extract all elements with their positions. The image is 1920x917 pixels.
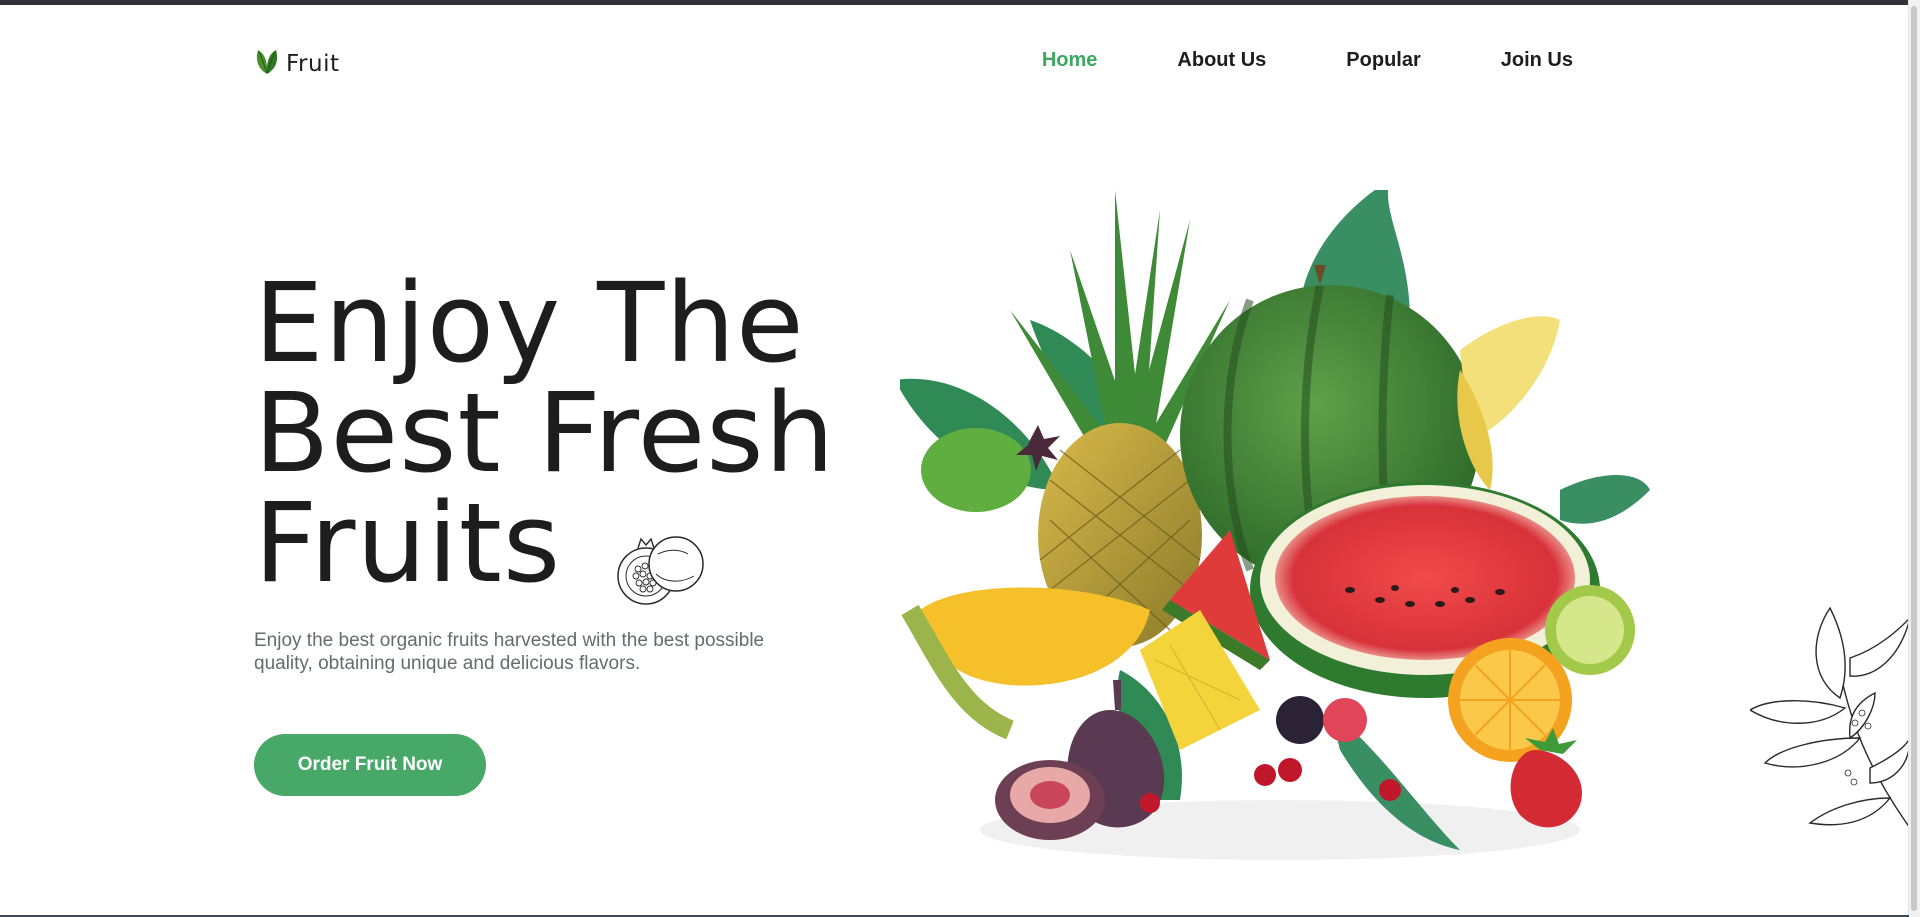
leaf-branch-sketch-icon — [1748, 598, 1912, 833]
hero-title-line-3: Fruits — [254, 479, 562, 607]
brand-name: Fruit — [286, 50, 340, 77]
nav-popular[interactable]: Popular — [1346, 49, 1420, 72]
hero-title-line-2: Best Fresh — [254, 369, 836, 497]
hero-title-line-1: Enjoy The — [254, 259, 805, 387]
page-scrollbar[interactable] — [1908, 0, 1920, 917]
fruit-composition-image — [895, 180, 1660, 895]
scrollbar-thumb[interactable] — [1911, 6, 1917, 911]
nav-join-us[interactable]: Join Us — [1501, 49, 1573, 72]
pomegranate-sketch-icon — [608, 524, 708, 619]
nav-about-us[interactable]: About Us — [1177, 49, 1266, 72]
nav-home[interactable]: Home — [1042, 49, 1098, 72]
hero-title: Enjoy The Best Fresh Fruits — [254, 268, 835, 598]
order-fruit-now-button[interactable]: Order Fruit Now — [254, 734, 486, 796]
site-header: Fruit Home About Us Popular Join Us — [0, 5, 1909, 105]
leaf-icon — [254, 47, 280, 80]
main-nav: Home About Us Popular Join Us — [1042, 49, 1573, 72]
hero-description: Enjoy the best organic fruits harvested … — [254, 630, 765, 674]
brand-logo[interactable]: Fruit — [254, 47, 340, 80]
